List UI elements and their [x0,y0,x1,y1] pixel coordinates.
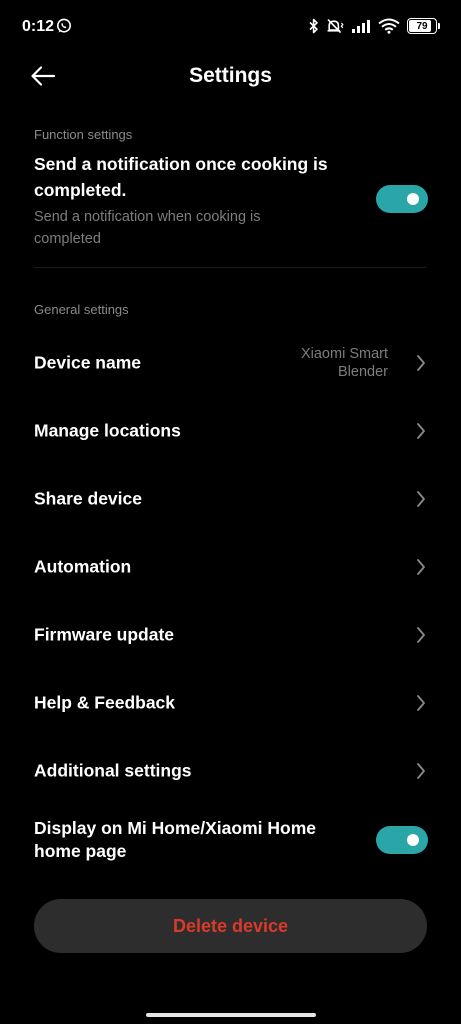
status-time: 0:12 [22,18,55,35]
toggle-knob [407,834,419,846]
battery-level: 79 [416,20,428,32]
divider [34,267,426,268]
notify-setting-title: Send a notification once cooking is comp… [34,154,328,200]
status-icons: 79 [309,17,440,35]
display-home-setting-row: Display on Mi Home/Xiaomi Home home page [34,817,428,867]
home-indicator[interactable] [146,1013,316,1017]
menu-item-automation[interactable]: Automation [34,539,428,595]
chevron-right-icon [417,763,425,779]
menu-item-share-device[interactable]: Share device [34,471,428,527]
status-bar: 0:12 79 [0,0,461,56]
display-home-title: Display on Mi Home/Xiaomi Home home page [34,818,316,861]
menu-item-additional-settings[interactable]: Additional settings [34,743,428,799]
toggle-knob [407,193,419,205]
display-home-toggle[interactable] [376,826,428,854]
menu-item-label: Help & Feedback [34,692,176,713]
wifi-icon [378,18,400,34]
delete-device-button[interactable]: Delete device [34,899,427,953]
battery-icon: 79 [407,18,440,34]
menu-item-firmware-update[interactable]: Firmware update [34,607,428,663]
menu-item-label: Firmware update [34,624,175,645]
section-label-general: General settings [34,302,129,317]
chevron-right-icon [417,491,425,507]
menu-item-label: Device name [34,352,142,373]
chevron-right-icon [417,559,425,575]
chevron-right-icon [417,695,425,711]
device-name-value: Xiaomi Smart Blender [300,346,388,380]
menu-item-manage-locations[interactable]: Manage locations [34,403,428,459]
chevron-right-icon [417,355,425,371]
menu-item-label: Additional settings [34,760,192,781]
notify-setting-row: Send a notification once cooking is comp… [34,151,428,256]
whatsapp-icon [57,18,71,33]
menu-item-label: Automation [34,556,132,577]
chevron-right-icon [417,627,425,643]
bluetooth-icon [309,18,318,34]
menu-item-label: Share device [34,488,142,509]
signal-icon [352,20,370,33]
section-label-function: Function settings [34,127,133,142]
notify-toggle[interactable] [376,185,428,213]
mute-vibrate-icon [327,19,344,34]
menu-item-help-feedback[interactable]: Help & Feedback [34,675,428,731]
page-title: Settings [189,64,272,87]
header: Settings [0,56,461,96]
menu-item-device-name[interactable]: Device name Xiaomi Smart Blender [34,335,428,391]
notify-setting-subtitle: Send a notification when cooking is comp… [34,209,261,247]
menu-item-label: Manage locations [34,420,181,441]
chevron-right-icon [417,423,425,439]
